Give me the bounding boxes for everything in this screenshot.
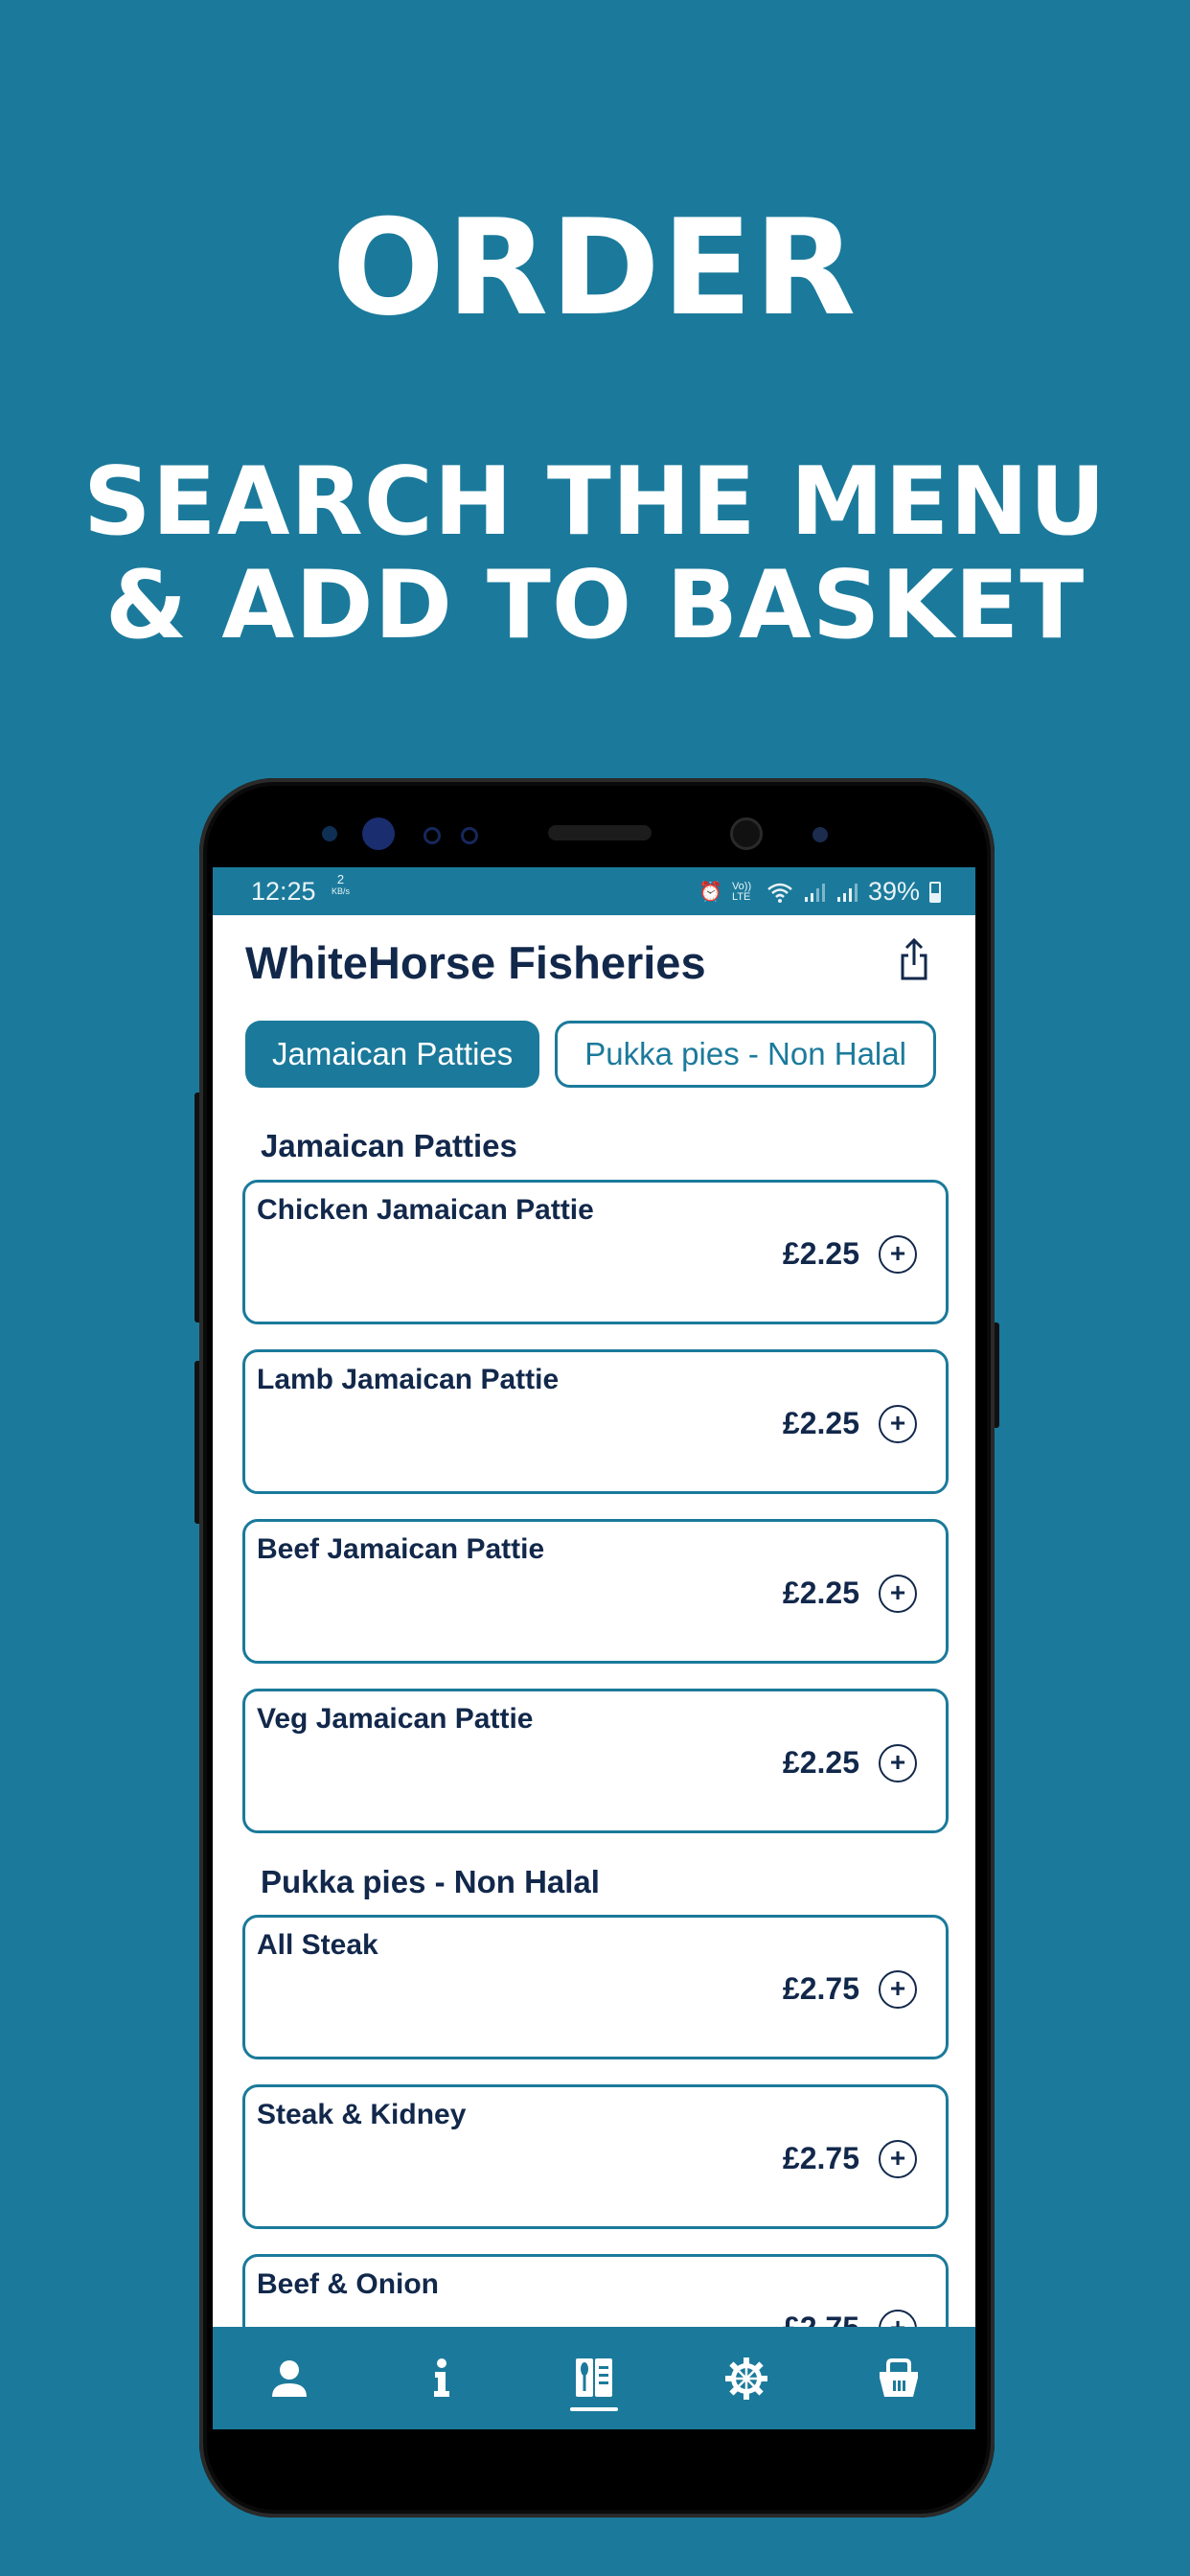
item-price: £2.25 <box>782 1745 859 1780</box>
item-name: All Steak <box>257 1929 378 1961</box>
add-to-basket-button[interactable]: + <box>879 1405 917 1443</box>
phone-screen: 12:25 2 KB/s ⏰ Vo)) LTE 39% WhiteHorse F… <box>213 867 975 2429</box>
app-title: WhiteHorse Fisheries <box>245 937 706 988</box>
menu-item-card[interactable]: Lamb Jamaican Pattie £2.25 + <box>242 1349 949 1494</box>
basket-icon <box>880 2358 919 2397</box>
signal-icon-1 <box>804 883 825 902</box>
nav-menu[interactable] <box>556 2340 632 2417</box>
net-speed-unit: KB/s <box>332 886 351 896</box>
phone-sensor <box>812 827 828 842</box>
status-time: 12:25 <box>251 877 316 906</box>
user-icon <box>271 2359 307 2397</box>
menu-book-icon <box>575 2358 612 2397</box>
item-name: Chicken Jamaican Pattie <box>257 1194 594 1226</box>
item-price: £2.75 <box>782 2141 859 2175</box>
menu-item-card[interactable]: Veg Jamaican Pattie £2.25 + <box>242 1689 949 1833</box>
promo-subtitle-line1: SEARCH THE MENU <box>83 448 1107 557</box>
item-price: £2.25 <box>782 1406 859 1440</box>
add-to-basket-button[interactable]: + <box>879 1235 917 1274</box>
item-name: Beef & Onion <box>257 2268 440 2300</box>
item-name: Veg Jamaican Pattie <box>257 1703 534 1735</box>
bottom-nav <box>213 2327 975 2429</box>
section-heading: Pukka pies - Non Halal <box>261 1864 600 1899</box>
item-price: £2.25 <box>782 1576 859 1610</box>
phone-sensor <box>322 826 337 841</box>
add-to-basket-button[interactable]: + <box>879 1575 917 1613</box>
wifi-icon <box>767 883 792 903</box>
status-net-speed: 2 KB/s <box>332 873 350 898</box>
status-bar: 12:25 2 KB/s ⏰ Vo)) LTE 39% <box>213 867 975 915</box>
promo-subtitle-line2: & ADD TO BASKET <box>104 551 1086 660</box>
nav-info[interactable] <box>403 2340 480 2417</box>
menu-item-card[interactable]: All Steak £2.75 + <box>242 1915 949 2059</box>
phone-front-camera <box>730 817 763 850</box>
section-heading: Jamaican Patties <box>261 1128 517 1163</box>
battery-icon <box>929 881 941 903</box>
item-name: Steak & Kidney <box>257 2099 467 2130</box>
phone-speaker <box>548 825 652 840</box>
info-icon <box>433 2358 449 2397</box>
menu-item-card[interactable]: Steak & Kidney £2.75 + <box>242 2084 949 2229</box>
item-name: Lamb Jamaican Pattie <box>257 1364 560 1395</box>
phone-sensor <box>423 827 441 844</box>
item-name: Beef Jamaican Pattie <box>257 1533 545 1565</box>
nav-settings[interactable] <box>708 2340 785 2417</box>
settings-wheel-icon <box>725 2357 768 2400</box>
menu-item-card[interactable]: Beef Jamaican Pattie £2.25 + <box>242 1519 949 1664</box>
promo-subtitle: SEARCH THE MENU & ADD TO BASKET <box>0 450 1190 657</box>
add-to-basket-button[interactable]: + <box>879 1744 917 1782</box>
nav-basket[interactable] <box>860 2340 937 2417</box>
phone-sensor <box>461 827 478 844</box>
item-price: £2.75 <box>782 1971 859 2006</box>
active-tab-indicator <box>569 2406 618 2411</box>
alarm-icon: ⏰ <box>698 882 722 903</box>
tab-pukka-pies[interactable]: Pukka pies - Non Halal <box>555 1021 936 1088</box>
add-to-basket-button[interactable]: + <box>879 2140 917 2178</box>
battery-percent: 39% <box>867 877 920 906</box>
net-speed-value: 2 <box>336 872 345 886</box>
promo-title: ORDER <box>332 191 858 345</box>
phone-iris-sensor <box>362 817 395 850</box>
category-tabs: Jamaican Patties Pukka pies - Non Halal <box>245 1021 936 1088</box>
nav-account[interactable] <box>251 2340 328 2417</box>
add-to-basket-button[interactable]: + <box>879 1970 917 2009</box>
menu-item-card[interactable]: Chicken Jamaican Pattie £2.25 + <box>242 1180 949 1324</box>
signal-icon-2 <box>836 883 858 902</box>
status-icons: ⏰ Vo)) LTE 39% <box>698 877 941 907</box>
volte-icon: Vo)) LTE <box>731 880 752 903</box>
item-price: £2.25 <box>782 1236 859 1271</box>
tab-jamaican-patties[interactable]: Jamaican Patties <box>245 1021 540 1088</box>
share-icon[interactable] <box>895 936 933 984</box>
